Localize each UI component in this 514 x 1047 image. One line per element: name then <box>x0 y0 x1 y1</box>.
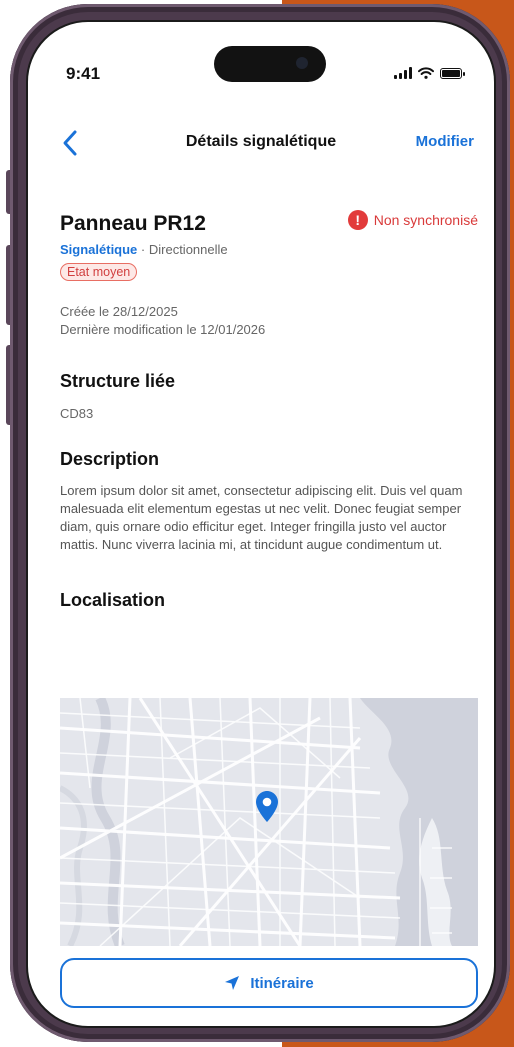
front-camera <box>296 57 308 69</box>
structure-value: CD83 <box>60 406 94 421</box>
sync-status: ! Non synchronisé <box>347 210 478 230</box>
phone-screen: 9:41 Détails signalétique Modifier Panne… <box>26 20 496 1028</box>
description-section-title: Description <box>60 449 160 469</box>
alert-icon: ! <box>347 210 368 230</box>
location-section-title: Localisation <box>60 590 166 610</box>
category-label: Signalétique <box>60 242 138 257</box>
description-text: Lorem ipsum dolor sit amet, consectetur … <box>60 483 463 552</box>
cellular-signal-icon <box>394 67 412 79</box>
status-icons <box>394 67 465 79</box>
modified-date: Dernière modification le 12/01/2026 <box>60 322 266 337</box>
map-canvas <box>60 698 478 946</box>
category-line: Signalétique · Directionnelle <box>60 242 478 257</box>
condition-badge: Etat moyen <box>60 263 138 281</box>
edit-button[interactable]: Modifier <box>416 133 474 150</box>
battery-icon <box>440 67 465 79</box>
navigation-arrow-icon <box>225 976 240 990</box>
detail-content: Panneau PR12 ! Non synchronisé Signaléti… <box>60 210 478 611</box>
title-row: Panneau PR12 ! Non synchronisé <box>60 210 478 236</box>
item-title: Panneau PR12 <box>60 212 206 235</box>
wifi-icon <box>418 67 434 79</box>
location-map[interactable] <box>60 698 478 946</box>
sync-status-label: Non synchronisé <box>373 212 478 228</box>
created-date: Créée le 28/12/2025 <box>60 304 178 319</box>
dynamic-island <box>214 46 326 82</box>
subcategory-label: Directionnelle <box>148 242 228 257</box>
category-separator: · <box>137 242 149 257</box>
dates-block: Créée le 28/12/2025 Dernière modificatio… <box>60 303 478 339</box>
status-time: 9:41 <box>66 64 101 83</box>
route-button-label: Itinéraire <box>250 974 314 992</box>
structure-section-title: Structure liée <box>60 371 176 391</box>
route-button[interactable]: Itinéraire <box>60 958 478 1008</box>
